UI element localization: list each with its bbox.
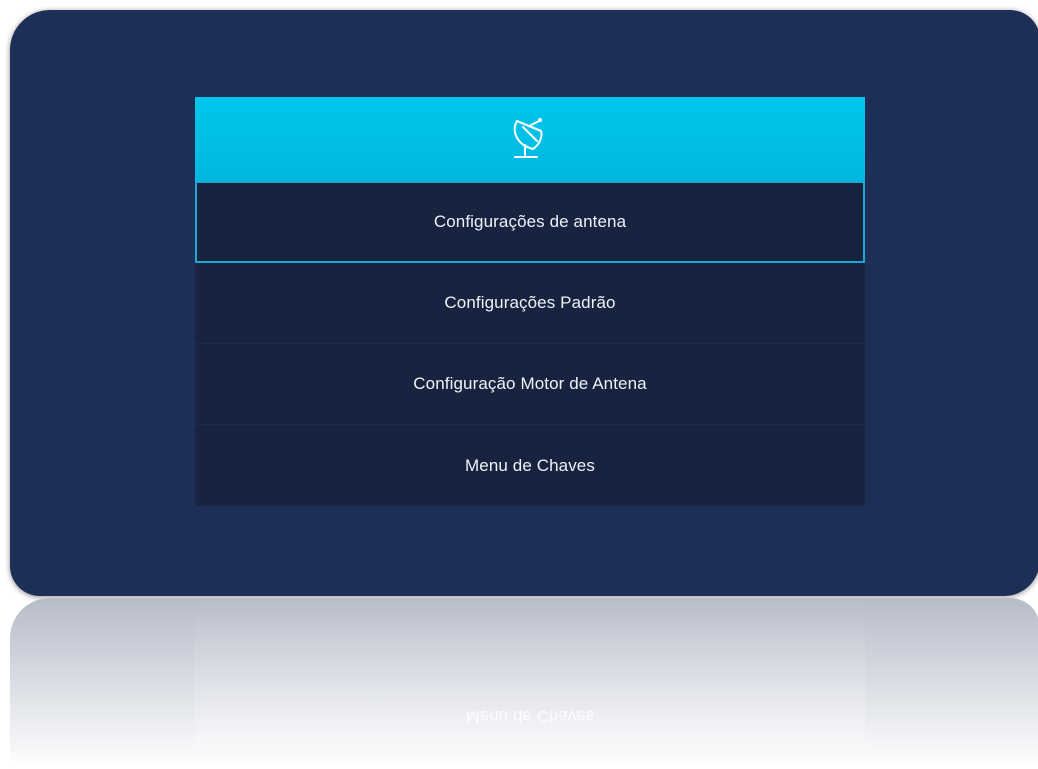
menu-item-label: Configurações Padrão xyxy=(444,293,616,312)
menu-item-switch-menu[interactable]: Menu de Chaves xyxy=(195,425,865,506)
menu-item-label: Configurações de antena xyxy=(433,212,627,231)
reflection-panel: Menu de Chaves xyxy=(195,598,865,748)
satellite-dish-icon xyxy=(513,118,543,158)
menu-item-label: Menu de Chaves xyxy=(465,455,595,475)
menu-item-antenna-motor-settings[interactable]: Configuração Motor de Antena xyxy=(195,344,865,425)
menu-header xyxy=(195,97,865,181)
antenna-menu: Configurações de antena Configurações Pa… xyxy=(195,97,865,506)
menu-item-default-settings[interactable]: Configurações Padrão xyxy=(195,263,865,344)
screen-reflection: Menu de Chaves xyxy=(10,598,1038,769)
tv-screen: Configurações de antena Configurações Pa… xyxy=(10,10,1038,596)
reflection-text: Menu de Chaves xyxy=(465,707,595,726)
menu-item-antenna-settings[interactable]: Configurações de antena xyxy=(195,181,865,263)
stage: Configurações de antena Configurações Pa… xyxy=(0,0,1038,769)
menu-item-label: Configuração Motor de Antena xyxy=(413,374,647,393)
